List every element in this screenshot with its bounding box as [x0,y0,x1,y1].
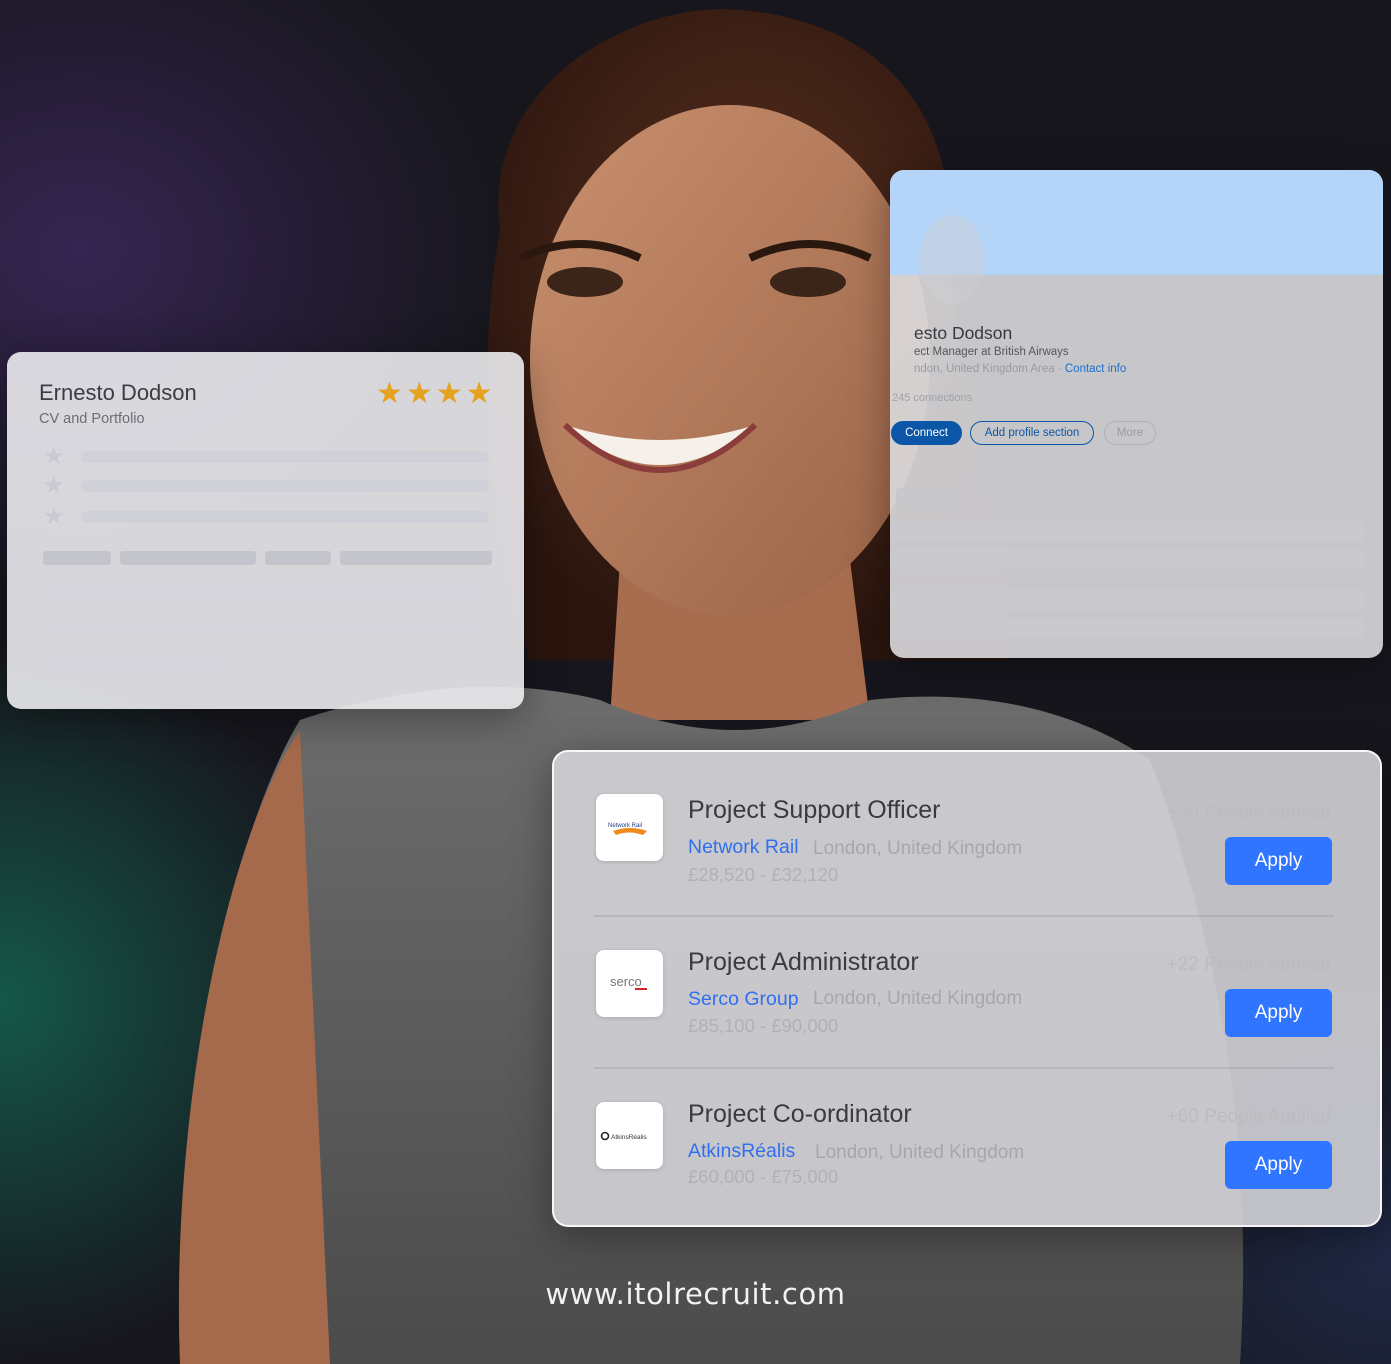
profile-headline: ect Manager at British Airways [914,346,1069,358]
job-location: London, United Kingdom [815,1142,1025,1163]
placeholder-block [890,549,1364,569]
placeholder-block [890,618,1364,638]
svg-text:serco: serco [610,974,642,989]
profile-connections: 245 connections [892,392,973,404]
job-listing[interactable]: AtkinsRéalis Project Co-ordinator Atkins… [554,1056,1380,1206]
cv-card[interactable]: Ernesto Dodson CV and Portfolio ★★★★ ★ ★… [7,352,524,709]
network-rail-logo-icon: Network Rail [596,794,663,861]
profile-location-text: ndon, United Kingdom Area · [914,363,1065,375]
placeholder-block [43,582,489,602]
cv-subtitle: CV and Portfolio [39,411,145,427]
placeholder-line [81,511,489,523]
cv-name: Ernesto Dodson [39,380,197,405]
star-icon: ★ [43,503,65,530]
apply-button[interactable]: Apply [1225,1141,1332,1189]
job-list-card: Network Rail Project Support Officer Net… [552,750,1382,1227]
placeholder-block [43,617,489,637]
job-title[interactable]: Project Co-ordinator [688,1100,912,1129]
placeholder-tag [120,551,256,565]
contact-info-link[interactable]: Contact info [1065,363,1126,375]
svg-text:AtkinsRéalis: AtkinsRéalis [611,1134,648,1141]
job-title[interactable]: Project Administrator [688,948,919,977]
applicant-count: +22 People Applied [1166,954,1331,975]
profile-card[interactable]: esto Dodson ect Manager at British Airwa… [890,170,1383,658]
atkinsrealis-logo-icon: AtkinsRéalis [596,1102,663,1169]
more-button[interactable]: More [1104,421,1156,445]
job-company[interactable]: Network Rail [688,836,799,859]
apply-button[interactable]: Apply [1225,837,1332,885]
profile-location: ndon, United Kingdom Area · Contact info [914,363,1126,375]
placeholder-tag [265,551,331,565]
apply-button[interactable]: Apply [1225,989,1332,1037]
add-profile-section-button[interactable]: Add profile section [970,421,1094,445]
profile-name: esto Dodson [914,323,1013,343]
job-location: London, United Kingdom [813,988,1023,1009]
placeholder-block [43,652,236,672]
job-salary: £28,520 - £32,120 [688,864,839,885]
avatar [920,215,984,305]
star-rating-icon: ★★★★ [376,377,496,410]
placeholder-block [890,590,1364,610]
svg-text:Network Rail: Network Rail [608,823,642,829]
placeholder-line [81,480,489,492]
job-title[interactable]: Project Support Officer [688,796,940,825]
placeholder-line [81,451,489,463]
placeholder-tag [340,551,492,565]
job-company[interactable]: Serco Group [688,988,799,1011]
website-url[interactable]: www.itolrecruit.com [0,1277,1391,1311]
applicant-count: +50 People Applied [1166,802,1331,823]
star-icon: ★ [43,472,65,499]
serco-logo-icon: serco [596,950,663,1017]
job-location: London, United Kingdom [813,838,1023,859]
applicant-count: +60 People Applied [1166,1106,1331,1127]
star-icon: ★ [43,443,65,470]
placeholder-block [890,521,1364,541]
placeholder-tag [43,551,111,565]
placeholder-block [896,488,954,508]
job-listing[interactable]: serco Project Administrator Serco Group … [554,904,1380,1054]
job-listing[interactable]: Network Rail Project Support Officer Net… [554,752,1380,902]
job-salary: £60,000 - £75,000 [688,1166,839,1187]
connect-button[interactable]: Connect [891,421,962,445]
job-salary: £85,100 - £90,000 [688,1015,839,1036]
job-company[interactable]: AtkinsRéalis [688,1140,795,1163]
